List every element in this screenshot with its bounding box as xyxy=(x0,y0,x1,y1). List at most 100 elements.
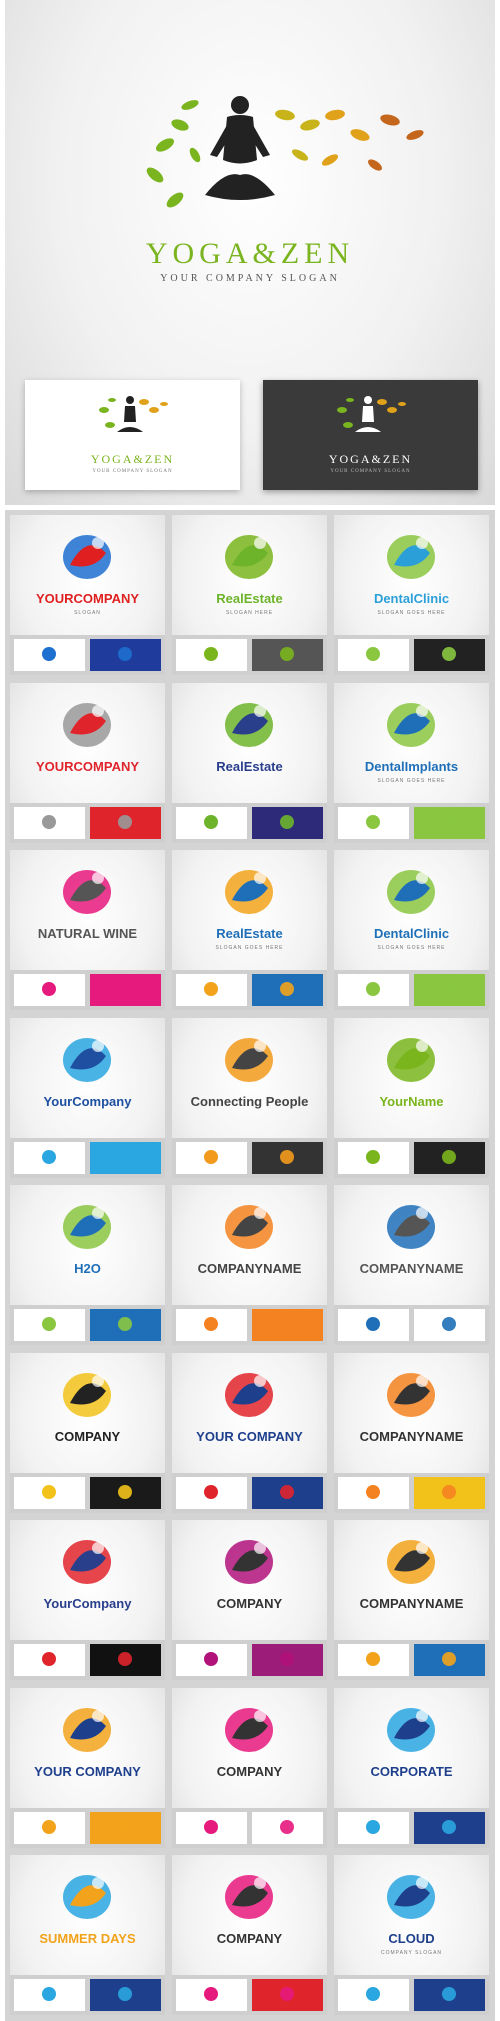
business-card-back xyxy=(414,1644,485,1676)
card-logo-mark xyxy=(366,1652,380,1666)
business-card-front xyxy=(14,639,85,671)
hero-title: YOGA&ZEN xyxy=(145,237,355,270)
s-swirl-icon xyxy=(225,1875,273,1919)
card-logo-mark xyxy=(442,982,456,996)
card-logo-mark xyxy=(366,982,380,996)
business-card-back xyxy=(252,1309,323,1341)
logo-name: YourCompany xyxy=(43,1596,132,1611)
logo-name: YOUR COMPANY xyxy=(196,1429,303,1444)
business-card-front xyxy=(176,1812,247,1844)
swoosh-icon xyxy=(387,1205,435,1249)
business-card-front xyxy=(338,807,409,839)
card-logo-mark xyxy=(204,982,218,996)
logo-name: COMPANY xyxy=(216,1764,283,1779)
logo-name: COMPANY xyxy=(216,1931,283,1946)
business-card-front xyxy=(14,1477,85,1509)
business-card-back xyxy=(252,1477,323,1509)
card-logo-mark xyxy=(204,647,218,661)
card-logo-mark xyxy=(42,982,56,996)
business-card-back xyxy=(90,639,161,671)
card-logo-mark xyxy=(118,647,132,661)
card-logo-mark xyxy=(42,1150,56,1164)
yoga-leaves-icon xyxy=(99,396,168,432)
people-icon xyxy=(225,1038,273,1082)
business-card-back xyxy=(90,1142,161,1174)
card-logo-mark xyxy=(42,815,56,829)
logo-name: Connecting People xyxy=(190,1094,309,1109)
hero-card-dark: YOGA&ZEN YOUR COMPANY SLOGAN xyxy=(263,380,478,490)
card-logo-mark xyxy=(118,1987,132,2001)
business-card-back xyxy=(252,974,323,1006)
b-letter-icon xyxy=(387,1540,435,1584)
business-card-front xyxy=(338,1644,409,1676)
logo-grid: YOURCOMPANY SLOGAN RealEstate SLOGAN HERE De… xyxy=(5,510,495,2021)
logo-name: COMPANYNAME xyxy=(359,1261,464,1276)
business-card-front xyxy=(176,807,247,839)
h2o-icon xyxy=(63,1205,111,1249)
logo-name: YourCompany xyxy=(43,1094,132,1109)
logo-name: SUMMER DAYS xyxy=(39,1931,136,1946)
card-title: YOGA&ZEN xyxy=(90,452,175,466)
business-card-front xyxy=(14,974,85,1006)
logo-tile: COMPANY xyxy=(172,1688,327,1848)
logo-tile: CLOUD COMPANY SLOGAN xyxy=(334,1855,489,2015)
card-logo-mark xyxy=(442,1150,456,1164)
tree-icon xyxy=(63,1540,111,1584)
card-title: YOGA&ZEN xyxy=(328,452,413,466)
logo-tile: NATURAL WINE xyxy=(10,850,165,1010)
logo-tile: YourName xyxy=(334,1018,489,1178)
card-logo-mark xyxy=(366,647,380,661)
card-logo-mark xyxy=(366,1485,380,1499)
logo-name: DentalClinic xyxy=(373,926,450,941)
ring-icon xyxy=(387,1373,435,1417)
card-logo-mark xyxy=(204,1652,218,1666)
business-card-back xyxy=(252,1644,323,1676)
logo-tile: COMPANYNAME xyxy=(172,1185,327,1345)
globe-icon xyxy=(387,1708,435,1752)
card-logo-mark xyxy=(118,1820,132,1834)
business-card-back xyxy=(414,1477,485,1509)
logo-tile: DentalImplants SLOGAN GOES HERE xyxy=(334,683,489,843)
business-card-back xyxy=(90,974,161,1006)
logo-slogan: COMPANY SLOGAN xyxy=(380,1950,443,1956)
business-card-back xyxy=(90,807,161,839)
tooth-figure-icon xyxy=(387,535,435,579)
logo-tile: YOUR COMPANY xyxy=(172,1353,327,1513)
business-card-front xyxy=(176,639,247,671)
business-card-front xyxy=(14,1142,85,1174)
business-card-front xyxy=(176,1644,247,1676)
leaf-icon xyxy=(387,1038,435,1082)
card-logo-mark xyxy=(204,1485,218,1499)
business-card-back xyxy=(414,807,485,839)
card-logo-mark xyxy=(42,647,56,661)
card-logo-mark xyxy=(118,1150,132,1164)
card-logo-mark xyxy=(366,815,380,829)
logo-name: CORPORATE xyxy=(370,1764,453,1779)
triangle-icon xyxy=(63,1373,111,1417)
business-card-front xyxy=(176,1142,247,1174)
logo-name: COMPANY xyxy=(54,1429,121,1444)
card-logo-mark xyxy=(118,1317,132,1331)
logo-name: YOUR COMPANY xyxy=(34,1764,141,1779)
card-logo-mark xyxy=(366,1150,380,1164)
business-card-front xyxy=(338,639,409,671)
business-card-front xyxy=(338,1812,409,1844)
business-card-back xyxy=(414,639,485,671)
business-card-back xyxy=(252,639,323,671)
business-card-back xyxy=(414,1142,485,1174)
business-card-front xyxy=(14,807,85,839)
logo-tile: Connecting People xyxy=(172,1018,327,1178)
card-logo-mark xyxy=(118,982,132,996)
cloud-icon xyxy=(387,1875,435,1919)
business-card-back xyxy=(90,1309,161,1341)
business-card-front xyxy=(14,1309,85,1341)
business-card-front xyxy=(176,974,247,1006)
logo-name: COMPANY xyxy=(216,1596,283,1611)
card-logo-mark xyxy=(204,1150,218,1164)
logo-name: RealEstate xyxy=(216,759,283,774)
yoga-leaves-icon xyxy=(146,96,424,208)
hero-panel: YOGA&ZEN YOUR COMPANY SLOGAN YOGA&ZEN YO… xyxy=(5,0,495,505)
logo-name: NATURAL WINE xyxy=(37,926,138,941)
logo-name: H2O xyxy=(74,1261,101,1276)
card-slogan: YOUR COMPANY SLOGAN xyxy=(92,469,173,474)
